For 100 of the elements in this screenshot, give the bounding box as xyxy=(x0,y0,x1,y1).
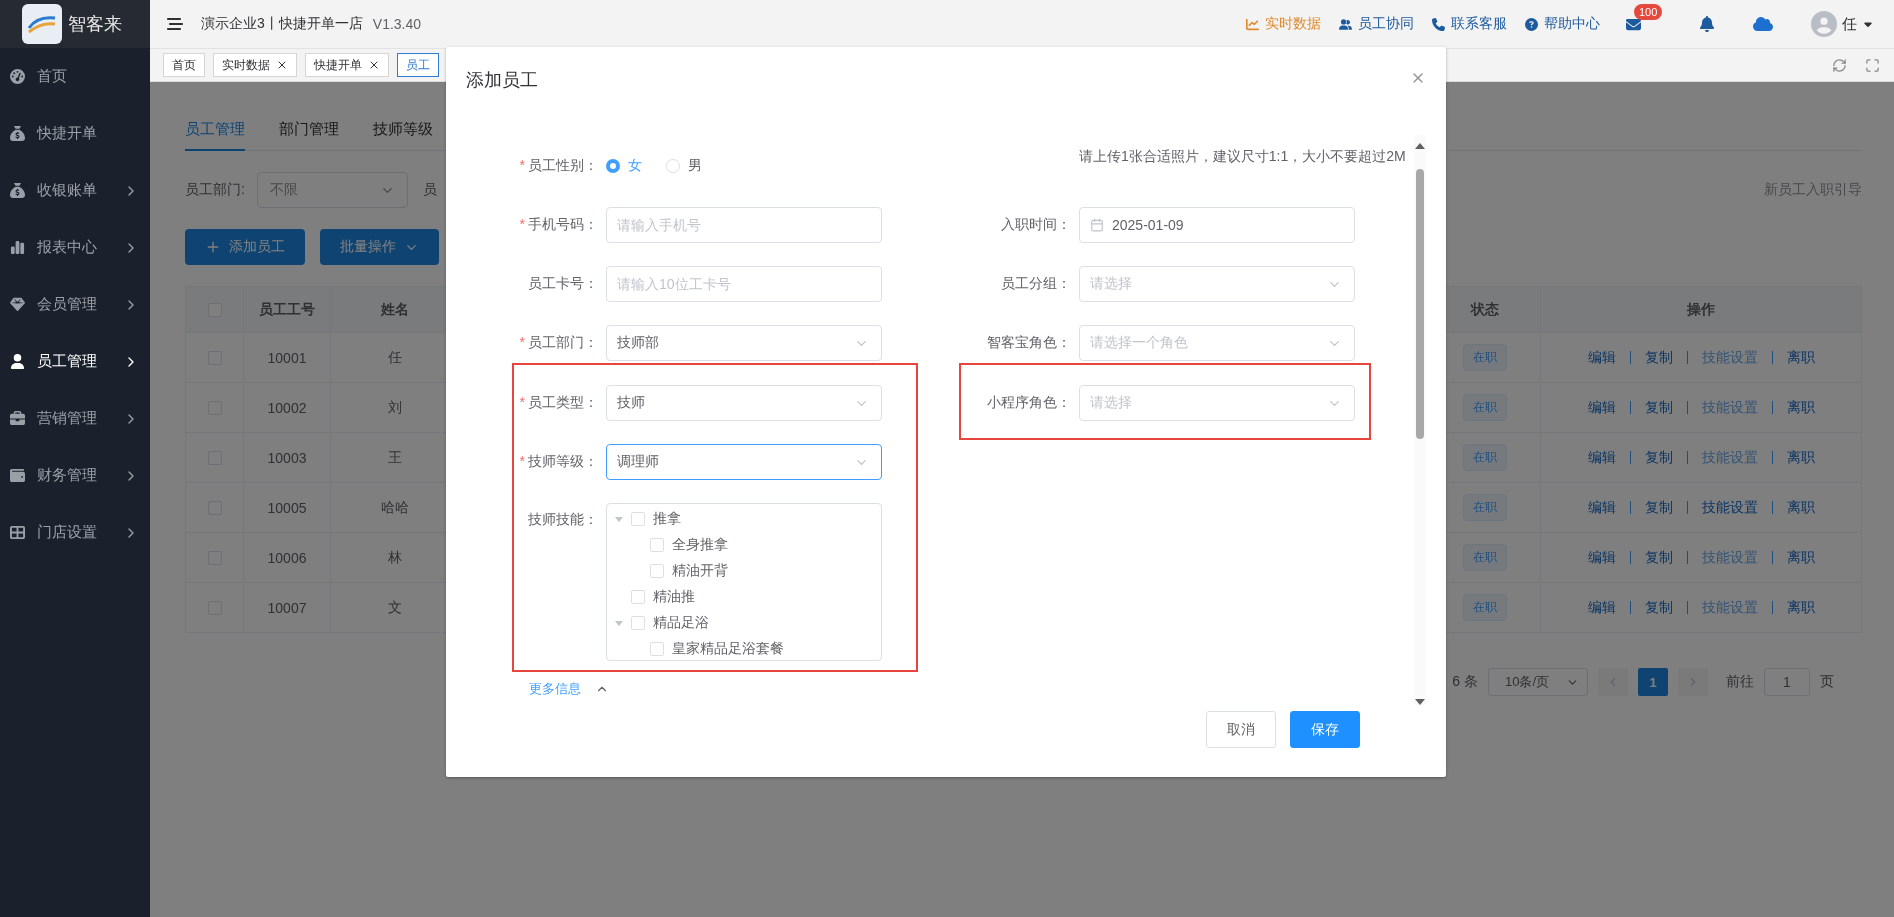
action-link[interactable]: 技能设置 xyxy=(1701,498,1758,517)
close-icon[interactable] xyxy=(368,59,380,71)
select-field[interactable]: 请选择 xyxy=(1079,385,1355,421)
status-tag: 在职 xyxy=(1463,594,1507,621)
batch-actions-button[interactable]: 批量操作 xyxy=(320,229,439,265)
action-link[interactable]: 复制 xyxy=(1644,348,1673,367)
sidebar-item[interactable]: 首页 xyxy=(0,48,150,105)
refresh-icon[interactable] xyxy=(1832,57,1847,73)
checkbox[interactable] xyxy=(650,564,664,578)
sidebar-item[interactable]: 员工管理 xyxy=(0,333,150,390)
action-link[interactable]: 离职 xyxy=(1786,548,1815,567)
radio-option[interactable]: 女 xyxy=(606,156,642,175)
bell-icon[interactable] xyxy=(1699,16,1715,32)
sidebar-item[interactable]: 门店设置 xyxy=(0,504,150,561)
expand-caret-icon[interactable] xyxy=(615,516,623,522)
calendar-icon xyxy=(1090,218,1104,232)
sidebar-item[interactable]: 快捷开单 xyxy=(0,105,150,162)
sidebar-item[interactable]: 财务管理 xyxy=(0,447,150,504)
sub-tab[interactable]: 部门管理 xyxy=(279,120,339,151)
top-link[interactable]: 实时数据 xyxy=(1246,15,1321,33)
action-link[interactable]: 复制 xyxy=(1644,548,1673,567)
date-field[interactable]: 2025-01-09 xyxy=(1079,207,1355,243)
page-tab[interactable]: 实时数据 xyxy=(213,53,297,77)
sidebar-item[interactable]: 会员管理 xyxy=(0,276,150,333)
field-label: 员工分组： xyxy=(1000,275,1071,293)
action-link[interactable]: 编辑 xyxy=(1587,498,1616,517)
page-tab[interactable]: 快捷开单 xyxy=(305,53,389,77)
page-size-select[interactable]: 10条/页 xyxy=(1488,668,1588,696)
tree-item-label[interactable]: 皇家精品足浴套餐 xyxy=(672,640,784,658)
select-field[interactable]: 调理师 xyxy=(606,444,882,480)
sidebar-item[interactable]: 收银账单 xyxy=(0,162,150,219)
field-label: 智客宝角色： xyxy=(986,334,1071,352)
input-field[interactable]: 请输入手机号 xyxy=(606,207,882,243)
action-link[interactable]: 复制 xyxy=(1644,598,1673,617)
wallet-icon xyxy=(10,468,25,483)
notification-badge: 100 xyxy=(1634,3,1663,20)
menu-icon[interactable] xyxy=(167,16,183,32)
logo-icon xyxy=(22,4,62,44)
next-page-button[interactable] xyxy=(1678,668,1708,696)
sidebar-item[interactable]: 营销管理 xyxy=(0,390,150,447)
diamond-icon xyxy=(10,297,25,312)
action-link[interactable]: 编辑 xyxy=(1587,448,1616,467)
sub-tab[interactable]: 技师等级 xyxy=(373,120,433,151)
save-button[interactable]: 保存 xyxy=(1290,711,1360,748)
add-employee-button[interactable]: 添加员工 xyxy=(185,229,305,265)
fullscreen-icon[interactable] xyxy=(1865,57,1880,73)
close-icon[interactable] xyxy=(276,59,288,71)
scrollbar[interactable] xyxy=(1414,135,1426,705)
tree-item-label[interactable]: 精油推 xyxy=(653,588,695,606)
user-icon xyxy=(10,354,25,369)
action-link[interactable]: 离职 xyxy=(1786,598,1815,617)
cancel-button[interactable]: 取消 xyxy=(1206,711,1276,748)
action-link[interactable]: 复制 xyxy=(1644,498,1673,517)
action-link[interactable]: 编辑 xyxy=(1587,598,1616,617)
action-link[interactable]: 编辑 xyxy=(1587,548,1616,567)
mail-icon[interactable] xyxy=(1626,16,1641,32)
sub-tab[interactable]: 员工管理 xyxy=(185,120,245,151)
page-tab[interactable]: 首页 xyxy=(163,53,205,77)
goto-input[interactable]: 1 xyxy=(1764,668,1810,696)
action-link[interactable]: 复制 xyxy=(1644,448,1673,467)
select-field[interactable]: 技师部 xyxy=(606,325,882,361)
field-label: * 员工性别： xyxy=(518,157,598,175)
action-link[interactable]: 离职 xyxy=(1786,398,1815,417)
field-label: * 员工类型： xyxy=(518,394,598,412)
money-bag-icon xyxy=(10,126,25,141)
checkbox[interactable] xyxy=(631,590,645,604)
action-link[interactable]: 离职 xyxy=(1786,348,1815,367)
user-name[interactable]: 任 xyxy=(1842,14,1857,34)
cloud-icon[interactable] xyxy=(1753,14,1773,34)
checkbox[interactable] xyxy=(631,512,645,526)
input-field[interactable]: 请输入10位工卡号 xyxy=(606,266,882,302)
more-info-link[interactable]: 更多信息 xyxy=(529,680,609,698)
top-link[interactable]: 帮助中心 xyxy=(1525,15,1600,33)
expand-caret-icon[interactable] xyxy=(615,620,623,626)
tree-item-label[interactable]: 推拿 xyxy=(653,510,681,528)
checkbox[interactable] xyxy=(650,538,664,552)
action-link[interactable]: 编辑 xyxy=(1587,398,1616,417)
tree-item-label[interactable]: 精油开背 xyxy=(672,562,728,580)
action-link[interactable]: 编辑 xyxy=(1587,348,1616,367)
sidebar-item[interactable]: 报表中心 xyxy=(0,219,150,276)
top-link[interactable]: 联系客服 xyxy=(1432,15,1507,33)
status-tag: 在职 xyxy=(1463,344,1507,371)
action-link[interactable]: 复制 xyxy=(1644,398,1673,417)
tree-item-label[interactable]: 精品足浴 xyxy=(653,614,709,632)
select-field[interactable]: 请选择 xyxy=(1079,266,1355,302)
page-button[interactable]: 1 xyxy=(1638,668,1668,696)
select-field[interactable]: 请选择一个角色 xyxy=(1079,325,1355,361)
radio-option[interactable]: 男 xyxy=(666,156,702,175)
action-link[interactable]: 离职 xyxy=(1786,498,1815,517)
page-tab[interactable]: 员工 xyxy=(397,53,439,77)
checkbox[interactable] xyxy=(650,642,664,656)
action-link[interactable]: 离职 xyxy=(1786,448,1815,467)
prev-page-button[interactable] xyxy=(1598,668,1628,696)
version-label: V1.3.40 xyxy=(372,16,422,32)
top-link[interactable]: 员工协同 xyxy=(1339,15,1414,33)
tree-item-label[interactable]: 全身推拿 xyxy=(672,536,728,554)
grid-icon xyxy=(10,525,25,540)
select-field[interactable]: 技师 xyxy=(606,385,882,421)
checkbox[interactable] xyxy=(631,616,645,630)
avatar-icon[interactable] xyxy=(1811,11,1837,37)
